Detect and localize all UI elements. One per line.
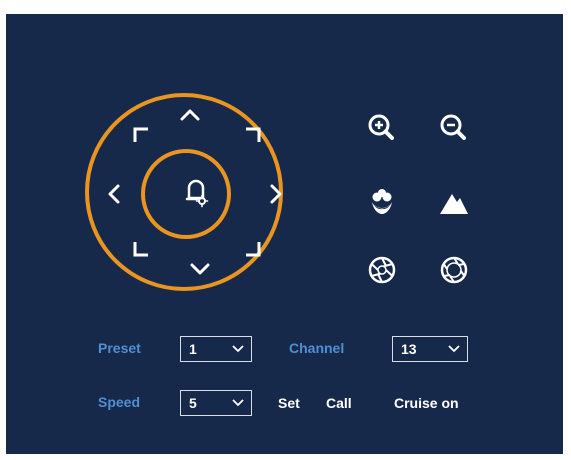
call-button[interactable]: Call [326,395,352,411]
chevron-down-icon [448,345,460,353]
speed-label: Speed [98,394,141,410]
preset-value: 1 [189,341,197,357]
speed-value: 5 [189,395,197,411]
cruise-on-button[interactable]: Cruise on [394,395,459,411]
pan-up-button[interactable] [178,106,202,122]
chevron-down-icon [232,345,244,353]
ptz-settings-icon[interactable] [185,178,211,210]
iris-open-icon[interactable] [364,252,400,288]
focus-near-icon[interactable] [364,184,400,220]
channel-select[interactable]: 13 [392,336,468,362]
pan-right-button[interactable] [268,182,284,206]
focus-far-icon[interactable] [436,184,472,220]
ptz-wheel [85,93,283,291]
pan-up-right-button[interactable] [244,126,262,144]
preset-label: Preset [98,340,141,356]
set-button[interactable]: Set [278,395,300,411]
pan-down-left-button[interactable] [132,240,150,258]
zoom-out-icon[interactable] [436,110,472,146]
channel-value: 13 [401,341,417,357]
ptz-control-panel: Preset 1 Channel 13 Speed 5 Set Call Cru… [6,14,563,454]
speed-select[interactable]: 5 [180,390,252,416]
pan-left-button[interactable] [106,182,122,206]
chevron-down-icon [232,399,244,407]
pan-up-left-button[interactable] [132,126,150,144]
pan-down-right-button[interactable] [244,240,262,258]
channel-label: Channel [289,340,345,356]
zoom-in-icon[interactable] [364,110,400,146]
pan-down-button[interactable] [188,262,212,278]
iris-close-icon[interactable] [436,252,472,288]
preset-select[interactable]: 1 [180,336,252,362]
